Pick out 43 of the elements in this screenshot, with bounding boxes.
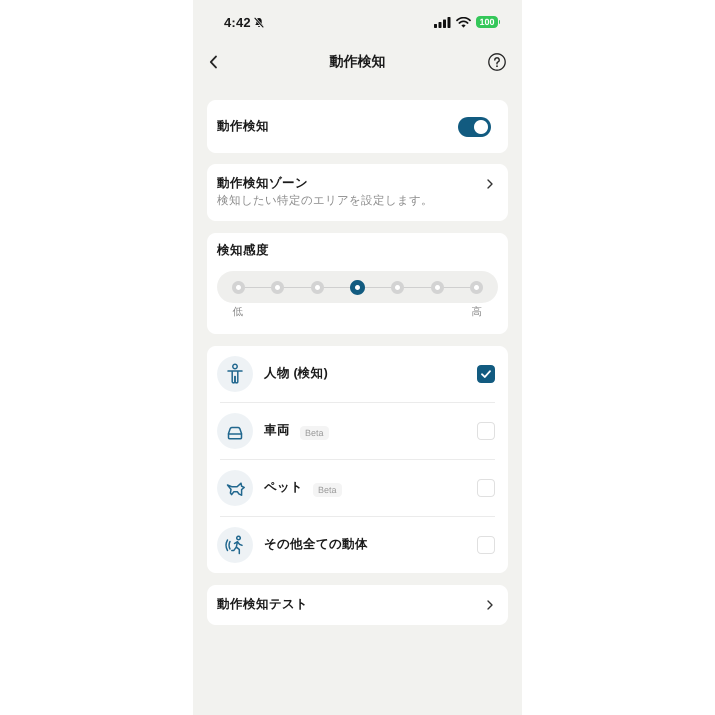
help-icon[interactable] (488, 53, 506, 71)
scale-label: 高 (472, 305, 482, 319)
setting-label: 動作検知ゾーン (217, 175, 308, 192)
setting-description: 検知したい特定のエリアを設定します。 (217, 194, 433, 209)
signal-icon (434, 16, 452, 28)
checkbox[interactable] (477, 422, 495, 440)
back-icon[interactable] (209, 55, 218, 69)
slider-thumb[interactable] (350, 280, 365, 294)
label-badge: Beta (313, 482, 342, 497)
checkbox[interactable] (477, 478, 495, 497)
section-title: 検知感度 (217, 242, 269, 258)
setting-label: 動作検知テスト (217, 596, 308, 613)
check-icon (481, 370, 491, 378)
person-icon (217, 356, 253, 392)
car-icon (217, 412, 253, 449)
motion-person-icon (217, 526, 253, 563)
screen-title: 動作検知 (330, 53, 386, 71)
label-badge: Beta (300, 426, 329, 440)
battery-indicator: 100 (476, 16, 500, 28)
status-time: 4:42 (224, 14, 251, 30)
checkbox[interactable] (477, 536, 495, 554)
slider-track[interactable] (217, 271, 498, 303)
wifi-icon (456, 16, 472, 28)
settings-card[interactable]: 動作検知ゾーン 検知したい特定のエリアを設定します。 (207, 164, 508, 221)
option-label: 人物 (検知) (264, 365, 328, 382)
step-dot-icon[interactable] (310, 280, 324, 294)
bell-slash-icon (254, 16, 264, 28)
chevron-right-icon (487, 179, 493, 189)
settings-card[interactable]: 動作検知テスト (207, 584, 508, 624)
setting-label: 動作検知 (217, 118, 269, 135)
checkbox[interactable] (477, 364, 495, 383)
scale-label: 低 (232, 305, 244, 319)
step-dot-icon[interactable] (232, 280, 245, 294)
toggle-switch[interactable] (458, 116, 491, 136)
step-dot-icon[interactable] (271, 280, 284, 294)
option-label: その他全ての動体 (264, 536, 368, 554)
option-label: ペット (264, 479, 303, 496)
step-dot-icon[interactable] (430, 280, 444, 294)
dog-icon (217, 470, 253, 506)
step-dot-icon[interactable] (470, 280, 483, 294)
option-label: 車両 (264, 422, 290, 440)
step-dot-icon[interactable] (391, 280, 404, 294)
chevron-right-icon (487, 600, 493, 610)
